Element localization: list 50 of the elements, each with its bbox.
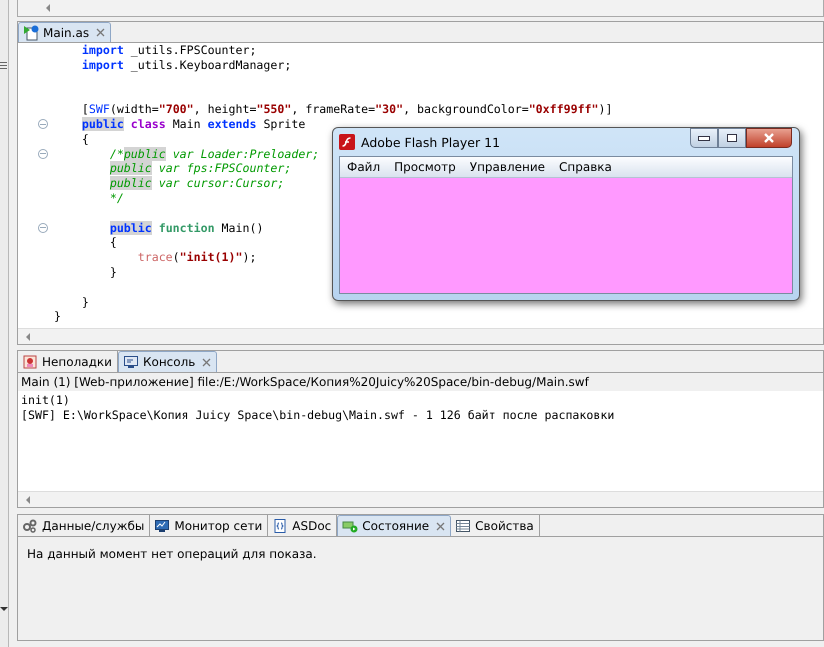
minimize-button[interactable]: [690, 128, 718, 148]
status-message: На данный момент нет операций для показа.: [27, 547, 317, 561]
code-line: {: [108, 235, 117, 250]
fold-icon[interactable]: [38, 222, 48, 233]
close-button[interactable]: [746, 128, 792, 148]
document-icon: [272, 518, 288, 534]
code-line: trace("init(1)");: [136, 250, 256, 264]
code-line: [SWF(width="700", height="550", frameRate="30", backgroundColor="0xff99ff")]: [80, 102, 612, 116]
console-output-line: [SWF] E:\WorkSpace\Копия Juicy Space\bin-debug\Main.swf - 1 126 байт после распаковки: [21, 408, 614, 422]
fold-icon[interactable]: [38, 119, 48, 130]
monitor-icon: [122, 354, 139, 370]
arrow-icon[interactable]: [0, 607, 8, 611]
flash-logo-icon: [339, 134, 355, 150]
table-icon: [455, 518, 472, 534]
code-line: public class Main extends Sprite: [80, 116, 306, 131]
code-comment-line: */: [108, 190, 124, 205]
gears-icon: [22, 518, 38, 534]
close-icon[interactable]: [202, 358, 212, 366]
code-line: public function Main(): [108, 220, 264, 235]
close-icon[interactable]: [436, 522, 446, 530]
grip-icon[interactable]: [0, 62, 7, 70]
scroll-left-icon[interactable]: [26, 332, 30, 340]
code-line: }: [80, 294, 89, 309]
close-icon: [763, 133, 775, 143]
code-comment-line: /*public var Loader:Preloader;: [108, 146, 320, 161]
monitor-icon: [154, 518, 170, 534]
console-output-line: init(1): [21, 393, 70, 407]
menu-item[interactable]: Файл: [347, 160, 380, 174]
horizontal-scrollbar[interactable]: [17, 0, 824, 17]
code-line: }: [54, 309, 61, 324]
menu-item[interactable]: Управление: [470, 160, 546, 174]
close-icon[interactable]: [96, 28, 106, 37]
scroll-left-icon[interactable]: [46, 4, 50, 12]
scroll-left-icon[interactable]: [26, 496, 30, 504]
code-line: import _utils.FPSCounter;: [80, 43, 256, 57]
maximize-button[interactable]: [718, 128, 746, 148]
warning-person-icon: [22, 354, 38, 370]
code-comment-line: public var cursor:Cursor;: [108, 176, 284, 190]
code-line: import _utils.KeyboardManager;: [80, 58, 292, 72]
code-comment-line: public var fps:FPSCounter;: [108, 161, 292, 176]
file-icon: [23, 24, 39, 40]
fold-icon[interactable]: [38, 148, 48, 159]
editor-tab[interactable]: Main.as: [18, 22, 112, 42]
code-line: {: [80, 132, 89, 146]
code-line: }: [108, 264, 117, 279]
menu-item[interactable]: Просмотр: [394, 160, 456, 174]
window-title: Adobe Flash Player 11: [361, 134, 500, 150]
view-tab[interactable]: Состояние: [337, 515, 452, 536]
view-tab[interactable]: Консоль: [118, 351, 218, 372]
menu-item[interactable]: Справка: [559, 160, 612, 174]
